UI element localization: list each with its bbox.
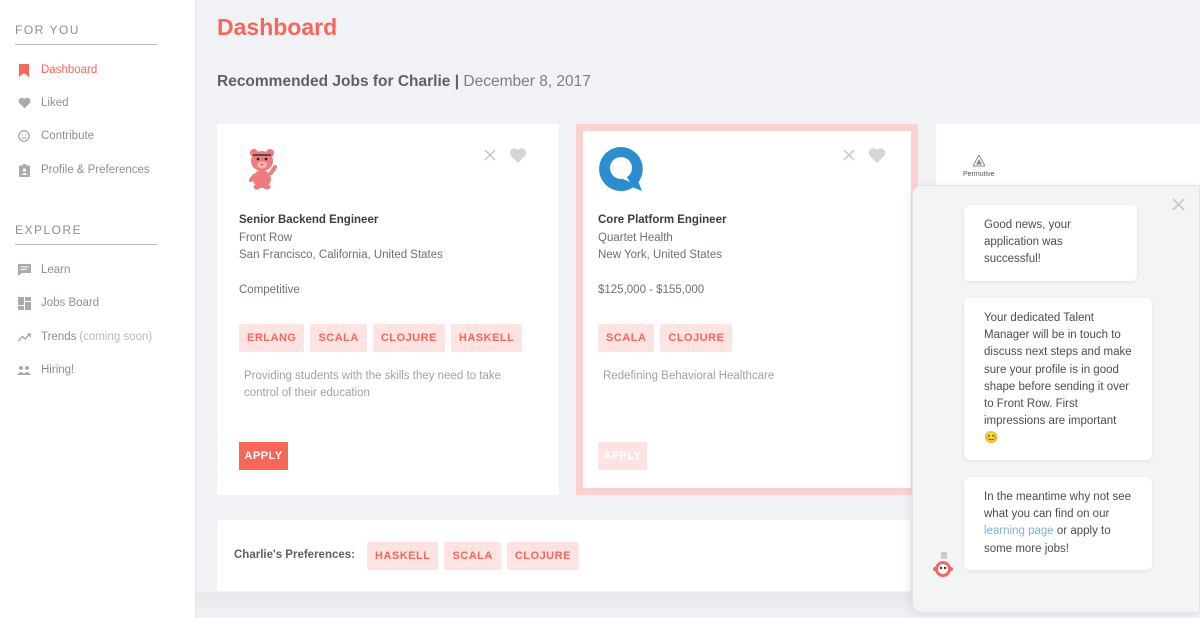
trend-icon	[17, 330, 31, 344]
bot-avatar	[931, 552, 955, 583]
recommended-jobs-heading: Recommended Jobs for Charlie	[217, 73, 451, 90]
card-actions	[481, 146, 527, 164]
smile-emoji: 😊	[984, 432, 999, 445]
job-location: San Francisco, California, United States	[239, 249, 443, 261]
chat-message: Your dedicated Talent Manager will be in…	[964, 298, 1152, 460]
chat-message-text: Your dedicated Talent Manager will be in…	[984, 312, 1132, 428]
apply-button[interactable]: APPLY	[239, 442, 288, 470]
dismiss-button[interactable]	[481, 146, 499, 164]
for-you-heading: FOR YOU	[15, 23, 80, 37]
skill-tag: CLOJURE	[660, 324, 733, 352]
preference-tags: HASKELL SCALA CLOJURE	[367, 542, 579, 570]
dismiss-button[interactable]	[840, 146, 858, 164]
coming-soon-note: (coming soon)	[79, 331, 153, 343]
sidebar-item-learn[interactable]: Learn	[17, 263, 70, 277]
subtitle-date: December 8, 2017	[463, 73, 591, 90]
smiley-icon	[17, 129, 31, 143]
preferences-label: Charlie's Preferences:	[234, 549, 355, 561]
clipboard-icon	[17, 163, 31, 177]
company-name: Quartet Health	[598, 232, 673, 244]
permutive-logo: Permutive	[963, 155, 995, 178]
sidebar-item-label: Hiring!	[41, 364, 75, 376]
job-card: Senior Backend Engineer Front Row San Fr…	[217, 124, 559, 495]
sidebar-item-label: Trends	[41, 331, 77, 343]
chat-close-button[interactable]	[1172, 198, 1185, 216]
sidebar-item-label: Learn	[41, 264, 71, 276]
heart-icon	[868, 147, 886, 163]
skill-tags: ERLANG SCALA CLOJURE HASKELL	[239, 324, 523, 352]
heart-icon	[17, 96, 31, 110]
like-button[interactable]	[509, 146, 527, 164]
learning-page-link[interactable]: learning page	[984, 525, 1054, 537]
bookmark-icon	[17, 63, 31, 77]
apply-button[interactable]: APPLY	[598, 442, 647, 470]
job-salary: Competitive	[239, 284, 300, 296]
close-icon	[843, 149, 855, 161]
skill-tag: SCALA	[310, 324, 367, 352]
company-description: Providing students with the skills they …	[244, 370, 501, 399]
job-title: Senior Backend Engineer	[239, 214, 379, 226]
divider	[15, 244, 158, 245]
close-icon	[484, 149, 496, 161]
preference-tag: CLOJURE	[506, 542, 579, 570]
sidebar-item-label: Profile & Preferences	[41, 164, 150, 176]
sidebar-item-dashboard[interactable]: Dashboard	[17, 63, 97, 77]
chat-message-text: In the meantime why not see what you can…	[984, 491, 1132, 521]
company-description: Redefining Behavioral Healthcare	[603, 370, 775, 382]
page-title: Dashboard	[217, 14, 338, 40]
job-location: New York, United States	[598, 249, 723, 261]
chat-message: In the meantime why not see what you can…	[964, 477, 1152, 570]
preference-tag: SCALA	[444, 542, 501, 570]
preferences-bar: Charlie's Preferences: HASKELL SCALA CLO…	[217, 520, 910, 591]
chat-message: Good news, your application was successf…	[964, 205, 1137, 281]
sidebar-item-label: Jobs Board	[41, 297, 100, 309]
sidebar-item-contribute[interactable]: Contribute	[17, 129, 94, 143]
sidebar: FOR YOU Dashboard Liked Contribute Profi…	[0, 0, 196, 618]
preference-tag: HASKELL	[367, 542, 439, 570]
like-button[interactable]	[868, 146, 886, 164]
chat-message-text: Good news, your application was successf…	[984, 219, 1071, 266]
job-salary: $125,000 - $155,000	[598, 284, 705, 296]
sidebar-item-label: Contribute	[41, 130, 95, 142]
explore-heading: EXPLORE	[15, 223, 83, 237]
chat-panel: Good news, your application was successf…	[912, 185, 1200, 613]
sidebar-item-label: Liked	[41, 97, 69, 109]
heart-icon	[509, 147, 527, 163]
grid-icon	[17, 296, 31, 310]
skill-tag: HASKELL	[450, 324, 523, 352]
sidebar-item-liked[interactable]: Liked	[17, 96, 69, 110]
company-name: Front Row	[239, 232, 293, 244]
close-icon	[1172, 198, 1185, 211]
job-card-highlighted: Core Platform Engineer Quartet Health Ne…	[576, 124, 918, 495]
permutive-wordmark: Permutive	[963, 171, 995, 178]
people-icon	[17, 363, 31, 377]
sidebar-item-jobs-board[interactable]: Jobs Board	[17, 296, 99, 310]
chat-icon	[17, 263, 31, 277]
sidebar-item-label: Dashboard	[41, 64, 98, 76]
speech-bubble-logo	[598, 146, 644, 197]
subtitle-separator: |	[454, 73, 460, 90]
sidebar-item-profile-preferences[interactable]: Profile & Preferences	[17, 163, 150, 177]
skill-tag: SCALA	[598, 324, 655, 352]
sidebar-item-trends[interactable]: Trends (coming soon)	[17, 330, 152, 344]
sidebar-item-hiring[interactable]: Hiring!	[17, 363, 74, 377]
job-title: Core Platform Engineer	[598, 214, 727, 226]
divider	[15, 44, 158, 45]
bear-logo	[247, 148, 277, 195]
skill-tag: CLOJURE	[372, 324, 445, 352]
page-subtitle: Recommended Jobs for Charlie | December …	[217, 73, 591, 91]
skill-tags: SCALA CLOJURE	[598, 324, 733, 352]
skill-tag: ERLANG	[239, 324, 305, 352]
card-actions	[840, 146, 886, 164]
